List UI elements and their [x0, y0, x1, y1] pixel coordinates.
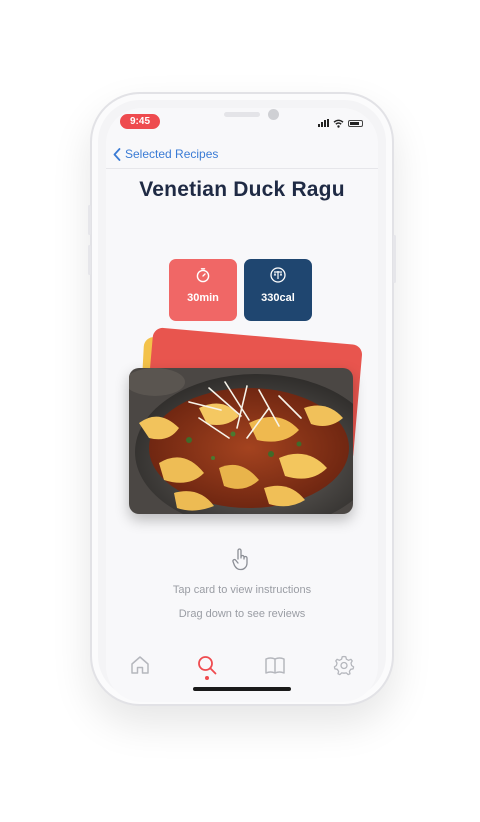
calories-tile: 330cal: [244, 259, 312, 321]
status-time: 9:45: [120, 114, 160, 129]
stopwatch-icon: [196, 268, 210, 283]
power-button: [393, 235, 396, 283]
book-icon[interactable]: [264, 654, 286, 676]
front-camera: [268, 109, 279, 120]
battery-icon: [348, 119, 363, 127]
home-icon[interactable]: [129, 654, 151, 676]
back-button[interactable]: Selected Recipes: [113, 145, 218, 163]
active-tab-indicator: [205, 676, 209, 680]
calories-value: 330cal: [261, 292, 295, 304]
signal-icon: [318, 119, 329, 127]
nav-divider: [106, 168, 378, 169]
back-label: Selected Recipes: [125, 147, 219, 161]
time-tile: 30min: [169, 259, 237, 321]
volume-button: [88, 245, 91, 275]
recipe-title: Venetian Duck Ragu: [139, 178, 345, 201]
wifi-icon: [333, 119, 344, 128]
recipe-photo: [129, 368, 353, 514]
time-value: 30min: [187, 292, 219, 304]
hand-pointer-icon: [232, 548, 248, 571]
chevron-left-icon: [113, 147, 121, 161]
home-indicator[interactable]: [193, 687, 291, 691]
tap-hint: Tap card to view instructions: [172, 584, 312, 596]
volume-button: [88, 205, 91, 235]
speaker-grille: [224, 112, 260, 117]
drag-hint: Drag down to see reviews: [178, 608, 306, 620]
recipe-card[interactable]: [129, 368, 353, 514]
gear-icon[interactable]: [333, 654, 355, 676]
status-icons: [318, 118, 363, 128]
search-icon[interactable]: [196, 654, 218, 676]
scale-icon: [270, 267, 286, 283]
